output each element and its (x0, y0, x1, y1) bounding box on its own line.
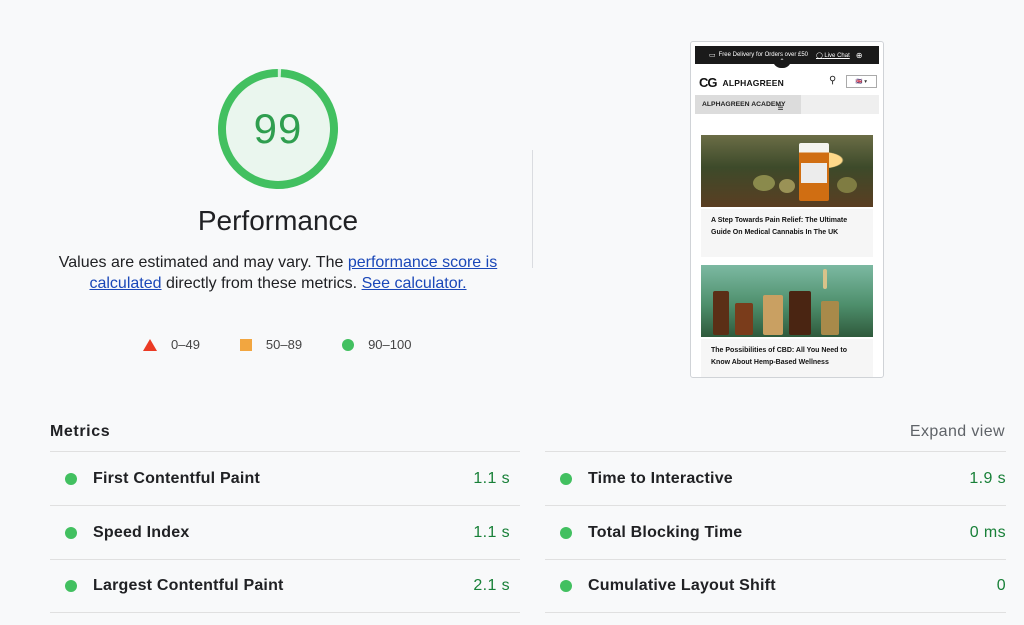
category-description: Values are estimated and may vary. The p… (58, 252, 498, 294)
score-legend: 0–49 50–89 90–100 (143, 337, 411, 352)
article-title: A Step Towards Pain Relief: The Ultimate… (701, 209, 873, 257)
see-calculator-link[interactable]: See calculator. (362, 275, 467, 292)
article-image-cannabis (701, 135, 873, 207)
brand-logo: CG ALPHAGREEN (699, 75, 784, 90)
metric-name: Cumulative Layout Shift (588, 577, 776, 594)
description-text: Values are estimated and may vary. The (58, 254, 348, 271)
metric-value: 0 ms (969, 523, 1006, 541)
hamburger-menu-icon: ≡ (777, 102, 784, 114)
article-title: The Possibilities of CBD: All You Need t… (701, 339, 873, 377)
metric-value: 1.9 s (969, 469, 1006, 487)
oil-vial (763, 295, 783, 335)
metric-row: First Contentful Paint 1.1 s (50, 451, 520, 505)
legend-average-range: 50–89 (265, 337, 303, 352)
language-selector: 🇬🇧 ▾ (846, 75, 877, 88)
category-title: Performance (197, 205, 359, 236)
expand-view-toggle[interactable]: Expand view (910, 423, 1005, 441)
metric-name: Total Blocking Time (588, 523, 743, 541)
legend-average: 50–89 (239, 337, 303, 352)
logo-icon: CG (699, 75, 717, 90)
oil-vial (735, 303, 753, 335)
metric-value: 0 (996, 577, 1006, 594)
truck-icon: ▭ (709, 52, 716, 59)
pass-dot-icon (560, 472, 572, 485)
pass-dot-icon (65, 472, 77, 485)
academy-nav: ALPHAGREEN ACADEMY ≡ (695, 95, 879, 114)
legend-fail-range: 0–49 (171, 337, 200, 352)
legend-fail: 0–49 (143, 337, 200, 352)
description-text-middle: directly from these metrics. (161, 275, 362, 292)
globe-icon: ⊕ (855, 50, 863, 60)
chat-icon: ◯ (816, 52, 823, 59)
square-icon (239, 338, 252, 351)
metric-row: Largest Contentful Paint 2.1 s (50, 559, 520, 613)
final-screenshot[interactable]: ▭ Free Delivery for Orders over £50 ◯ Li… (690, 41, 884, 378)
cannabis-bud (837, 177, 857, 193)
collapse-tab-icon: ⌃ (773, 58, 791, 68)
triangle-icon (143, 338, 157, 351)
pass-dot-icon (65, 526, 77, 539)
legend-pass: 90–100 (342, 337, 411, 352)
vertical-divider (532, 150, 533, 268)
metric-value: 1.1 s (473, 523, 510, 541)
lighthouse-report: 99 Performance Values are estimated and … (0, 0, 1024, 625)
dropper (823, 269, 827, 289)
metric-row: Total Blocking Time 0 ms (545, 505, 1006, 559)
search-icon: ⚲ (829, 75, 837, 86)
article-image-cbd (701, 265, 873, 337)
live-chat-link: ◯ Live Chat (816, 52, 850, 59)
pass-dot-icon (65, 580, 77, 592)
oil-vial (713, 291, 729, 335)
live-chat-label: Live Chat (824, 52, 850, 59)
metric-row: Time to Interactive 1.9 s (545, 451, 1006, 505)
cannabis-bud (753, 175, 775, 191)
metric-row: Cumulative Layout Shift 0 (545, 559, 1006, 613)
metric-name: Speed Index (93, 523, 190, 541)
performance-gauge: 99 (215, 66, 341, 192)
legend-pass-range: 90–100 (368, 337, 412, 352)
bottle-label (801, 163, 827, 183)
metric-name: Largest Contentful Paint (93, 577, 284, 594)
metric-name: Time to Interactive (588, 469, 733, 487)
metrics-left-column: First Contentful Paint 1.1 s Speed Index… (50, 451, 520, 613)
brand-name: ALPHAGREEN (722, 77, 785, 88)
metric-row: Speed Index 1.1 s (50, 505, 520, 559)
metric-value: 2.1 s (473, 577, 510, 594)
metric-value: 1.1 s (473, 469, 510, 487)
performance-score: 99 (253, 105, 303, 152)
circle-icon (342, 338, 355, 351)
academy-nav-label: ALPHAGREEN ACADEMY (702, 101, 786, 108)
oil-vial (789, 291, 811, 335)
promo-text: Free Delivery for Orders over £50 (718, 52, 808, 58)
metrics-heading: Metrics (50, 423, 111, 440)
metric-name: First Contentful Paint (93, 469, 261, 487)
oil-vial (821, 301, 839, 335)
pass-dot-icon (560, 580, 572, 592)
metrics-right-column: Time to Interactive 1.9 s Total Blocking… (545, 451, 1006, 613)
pass-dot-icon (560, 526, 572, 539)
cannabis-bud (779, 179, 795, 193)
